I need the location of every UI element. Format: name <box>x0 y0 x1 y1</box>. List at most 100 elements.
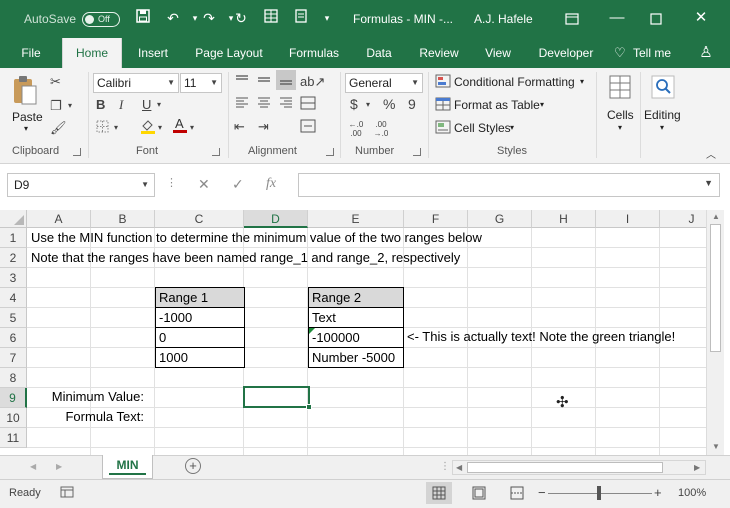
column-header-C[interactable]: C <box>155 210 244 228</box>
active-cell-D9[interactable] <box>243 386 312 410</box>
horizontal-scroll-thumb[interactable] <box>467 462 663 473</box>
add-sheet-icon[interactable]: + <box>185 458 201 474</box>
tab-developer[interactable]: Developer <box>530 38 602 68</box>
cell-A2[interactable]: Note that the ranges have been named ran… <box>28 248 460 268</box>
scroll-down-icon[interactable]: ▼ <box>712 442 720 451</box>
row-header-2[interactable]: 2 <box>0 248 27 268</box>
tab-insert[interactable]: Insert <box>126 38 180 68</box>
format-table-icon[interactable] <box>435 97 451 114</box>
copy-icon[interactable]: ❐ <box>50 98 62 114</box>
number-format-combo[interactable]: General ▼ <box>345 73 423 93</box>
row-header-11[interactable]: 11 <box>0 428 27 448</box>
font-launcher-icon[interactable] <box>212 148 220 156</box>
cell-E5[interactable]: Text <box>308 307 404 328</box>
select-all-button[interactable] <box>0 210 27 228</box>
paste-dropdown-icon[interactable]: ▾ <box>24 124 28 133</box>
column-header-J[interactable]: J <box>660 210 706 228</box>
sheet-tab-min[interactable]: MIN <box>102 455 153 479</box>
chevron-down-icon[interactable]: ▾ <box>580 77 584 86</box>
cell-C4[interactable]: Range 1 <box>155 287 245 308</box>
font-color-icon[interactable]: A <box>172 116 188 137</box>
search-icon[interactable] <box>650 74 676 102</box>
horizontal-scrollbar[interactable]: ◀ ▶ <box>452 460 706 475</box>
macro-record-icon[interactable] <box>60 485 74 502</box>
row-header-7[interactable]: 7 <box>0 348 27 368</box>
next-sheet-icon[interactable]: ▶ <box>56 462 62 471</box>
undo-icon[interactable]: ↶ <box>164 9 182 27</box>
cells-icon[interactable] <box>607 74 633 102</box>
tab-file[interactable]: File <box>8 38 54 68</box>
cell-B9[interactable]: Minimum Value: <box>28 387 147 407</box>
orientation-icon[interactable]: ab↗ <box>300 74 325 90</box>
cells-group-label[interactable]: Cells <box>607 108 634 122</box>
maximize-icon[interactable] <box>633 0 679 38</box>
formula-input[interactable]: ▼ <box>298 173 720 197</box>
row-header-6[interactable]: 6 <box>0 328 27 348</box>
worksheet-grid[interactable]: ABCDEFGHIJ 1 2 3 4 5 6 7 8 9 10 11 Use the MIN fun… <box>0 210 706 455</box>
decrease-indent-icon[interactable]: ⇤ <box>234 119 245 135</box>
row-header-8[interactable]: 8 <box>0 368 27 388</box>
alignment-launcher-icon[interactable] <box>326 148 334 156</box>
cell-styles-icon[interactable] <box>435 120 451 137</box>
zoom-slider-thumb[interactable] <box>597 486 601 500</box>
tab-formulas[interactable]: Formulas <box>280 38 348 68</box>
font-size-combo[interactable]: 11 ▼ <box>180 73 222 93</box>
zoom-in-icon[interactable]: + <box>654 485 662 500</box>
row-header-10[interactable]: 10 <box>0 408 27 428</box>
page-break-view-icon[interactable] <box>510 486 524 503</box>
cut-icon[interactable]: ✂ <box>50 74 61 90</box>
wrap-text-icon[interactable] <box>300 96 318 113</box>
comma-button[interactable]: 9 <box>408 96 416 112</box>
format-painter-icon[interactable]: 🖌 <box>50 120 67 136</box>
tab-page-layout[interactable]: Page Layout <box>188 38 270 68</box>
row-header-1[interactable]: 1 <box>0 228 27 248</box>
cancel-icon[interactable]: ✕ <box>198 176 210 193</box>
copy-dropdown-icon[interactable]: ▾ <box>68 101 72 110</box>
cell-C7[interactable]: 1000 <box>155 347 245 368</box>
align-middle-icon[interactable] <box>256 73 272 90</box>
close-icon[interactable]: ✕ <box>678 0 724 38</box>
normal-view-icon[interactable] <box>426 482 452 504</box>
tab-tell-me[interactable]: ♡ Tell me <box>612 38 678 68</box>
increase-decimal-button[interactable]: ←.0 .00 <box>345 120 367 138</box>
conditional-formatting-icon[interactable] <box>435 74 451 91</box>
cell-styles-button[interactable]: Cell Styles <box>454 121 511 135</box>
merge-center-icon[interactable] <box>300 119 318 136</box>
prev-sheet-icon[interactable]: ◀ <box>30 462 36 471</box>
borders-dropdown-icon[interactable]: ▾ <box>114 123 118 132</box>
fill-color-dropdown-icon[interactable]: ▾ <box>158 123 162 132</box>
conditional-formatting-button[interactable]: Conditional Formatting <box>454 75 575 89</box>
scroll-up-icon[interactable]: ▲ <box>712 212 720 221</box>
row-header-9[interactable]: 9 <box>0 388 27 408</box>
enter-icon[interactable]: ✓ <box>232 176 244 193</box>
ribbon-options-icon[interactable] <box>549 0 595 38</box>
scroll-right-icon[interactable]: ▶ <box>694 463 700 472</box>
chevron-down-icon[interactable]: ▾ <box>660 123 664 132</box>
tab-data[interactable]: Data <box>356 38 402 68</box>
tab-view[interactable]: View <box>476 38 520 68</box>
expand-formula-icon[interactable]: ▼ <box>704 178 713 188</box>
chevron-down-icon[interactable]: ▾ <box>618 123 622 132</box>
collapse-ribbon-icon[interactable]: ︿ <box>706 146 716 161</box>
bold-button[interactable]: B <box>96 97 105 112</box>
currency-button[interactable]: $ <box>350 96 358 112</box>
cell-E4[interactable]: Range 2 <box>308 287 404 308</box>
insert-function-icon[interactable]: fx <box>266 176 276 192</box>
cell-E6[interactable]: -100000 <box>308 327 404 348</box>
column-header-B[interactable]: B <box>91 210 155 228</box>
cell-B10[interactable]: Formula Text: <box>28 407 147 427</box>
vertical-scrollbar[interactable]: ▲ ▼ <box>706 210 724 455</box>
user-name[interactable]: A.J. Hafele <box>474 12 533 26</box>
row-header-5[interactable]: 5 <box>0 308 27 328</box>
redo-icon[interactable]: ↷ <box>200 9 218 27</box>
percent-button[interactable]: % <box>383 96 395 112</box>
tab-review[interactable]: Review <box>410 38 468 68</box>
format-as-table-button[interactable]: Format as Table <box>454 98 540 112</box>
chevron-down-icon[interactable]: ▾ <box>540 100 544 109</box>
scroll-left-icon[interactable]: ◀ <box>456 463 462 472</box>
form-icon[interactable] <box>292 9 310 27</box>
cell-F6[interactable]: <- This is actually text! Note the green… <box>404 327 675 347</box>
number-launcher-icon[interactable] <box>413 148 421 156</box>
tab-split-handle-icon[interactable]: ⋮ <box>440 461 450 472</box>
cell-C6[interactable]: 0 <box>155 327 245 348</box>
